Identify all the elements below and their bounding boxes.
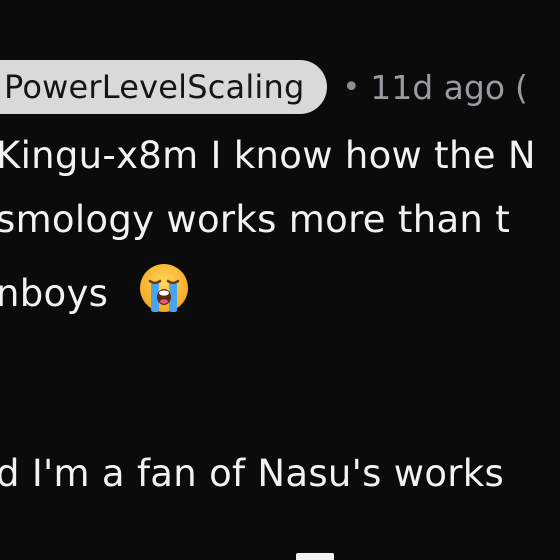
comment-meta-row: PowerLevelScaling • 11d ago (: [0, 60, 528, 114]
home-indicator: [296, 553, 334, 560]
comment-timestamp: 11d ago: [370, 67, 506, 107]
author-username-chip[interactable]: PowerLevelScaling: [0, 60, 327, 114]
comment-screen: PowerLevelScaling • 11d ago ( Kingu-x8m …: [0, 0, 560, 560]
loudly-crying-face-icon: [138, 262, 190, 323]
comment-body-line: smology works more than t: [0, 198, 510, 241]
comment-text: smology works more than t: [0, 198, 511, 241]
comment-text: nboys: [0, 272, 109, 315]
comment-text: d I'm a fan of Nasu's works: [0, 452, 505, 495]
comment-text: Kingu-x8m I know how the N: [0, 134, 536, 177]
meta-separator: •: [342, 69, 361, 105]
meta-trailing-text: (: [515, 67, 528, 107]
comment-body-line: Kingu-x8m I know how the N: [0, 134, 536, 177]
comment-body-line: d I'm a fan of Nasu's works: [0, 452, 504, 495]
comment-body-line: nboys: [0, 262, 190, 323]
